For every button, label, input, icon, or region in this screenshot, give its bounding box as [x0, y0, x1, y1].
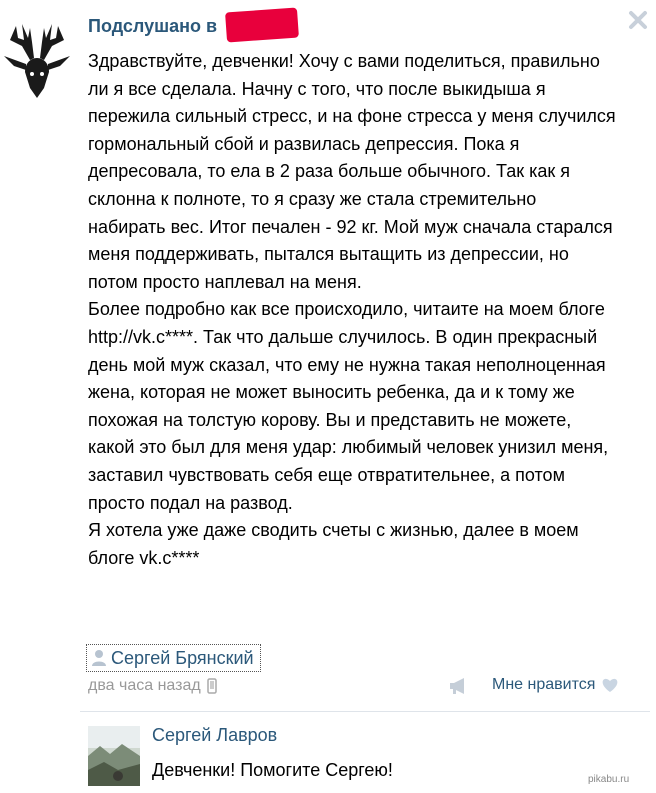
post-paragraph: Я хотела уже даже сводить счеты с жизнью…	[88, 520, 579, 568]
watermark: pikabu.ru	[588, 774, 630, 785]
post-signer-link[interactable]: Сергей Брянский	[86, 644, 261, 672]
post-text: Здравствуйте, девченки! Хочу с вами поде…	[88, 48, 618, 572]
user-icon	[92, 650, 106, 666]
comment-author[interactable]: Сергей Лавров	[152, 725, 277, 746]
post-paragraph: Здравствуйте, девченки! Хочу с вами поде…	[88, 51, 616, 292]
deer-logo-icon[interactable]	[0, 18, 74, 100]
group-name[interactable]: Подслушано в	[88, 16, 217, 37]
divider	[80, 711, 650, 712]
post-paragraph: Более подробно как все происходило, чита…	[88, 299, 609, 513]
like-button[interactable]: Мне нравится	[492, 676, 619, 694]
megaphone-icon[interactable]	[448, 676, 470, 696]
mobile-icon	[206, 678, 217, 694]
heart-icon	[603, 678, 618, 692]
post-time[interactable]: два часа назад	[88, 677, 217, 695]
comment-avatar[interactable]	[88, 726, 140, 786]
redaction-mark	[225, 7, 299, 43]
signer-name: Сергей Брянский	[111, 647, 254, 668]
post-time-label: два часа назад	[88, 677, 201, 694]
close-icon[interactable]	[626, 8, 650, 32]
comment-text: Девченки! Помогите Сергею!	[152, 760, 393, 780]
like-label: Мне нравится	[492, 676, 596, 693]
